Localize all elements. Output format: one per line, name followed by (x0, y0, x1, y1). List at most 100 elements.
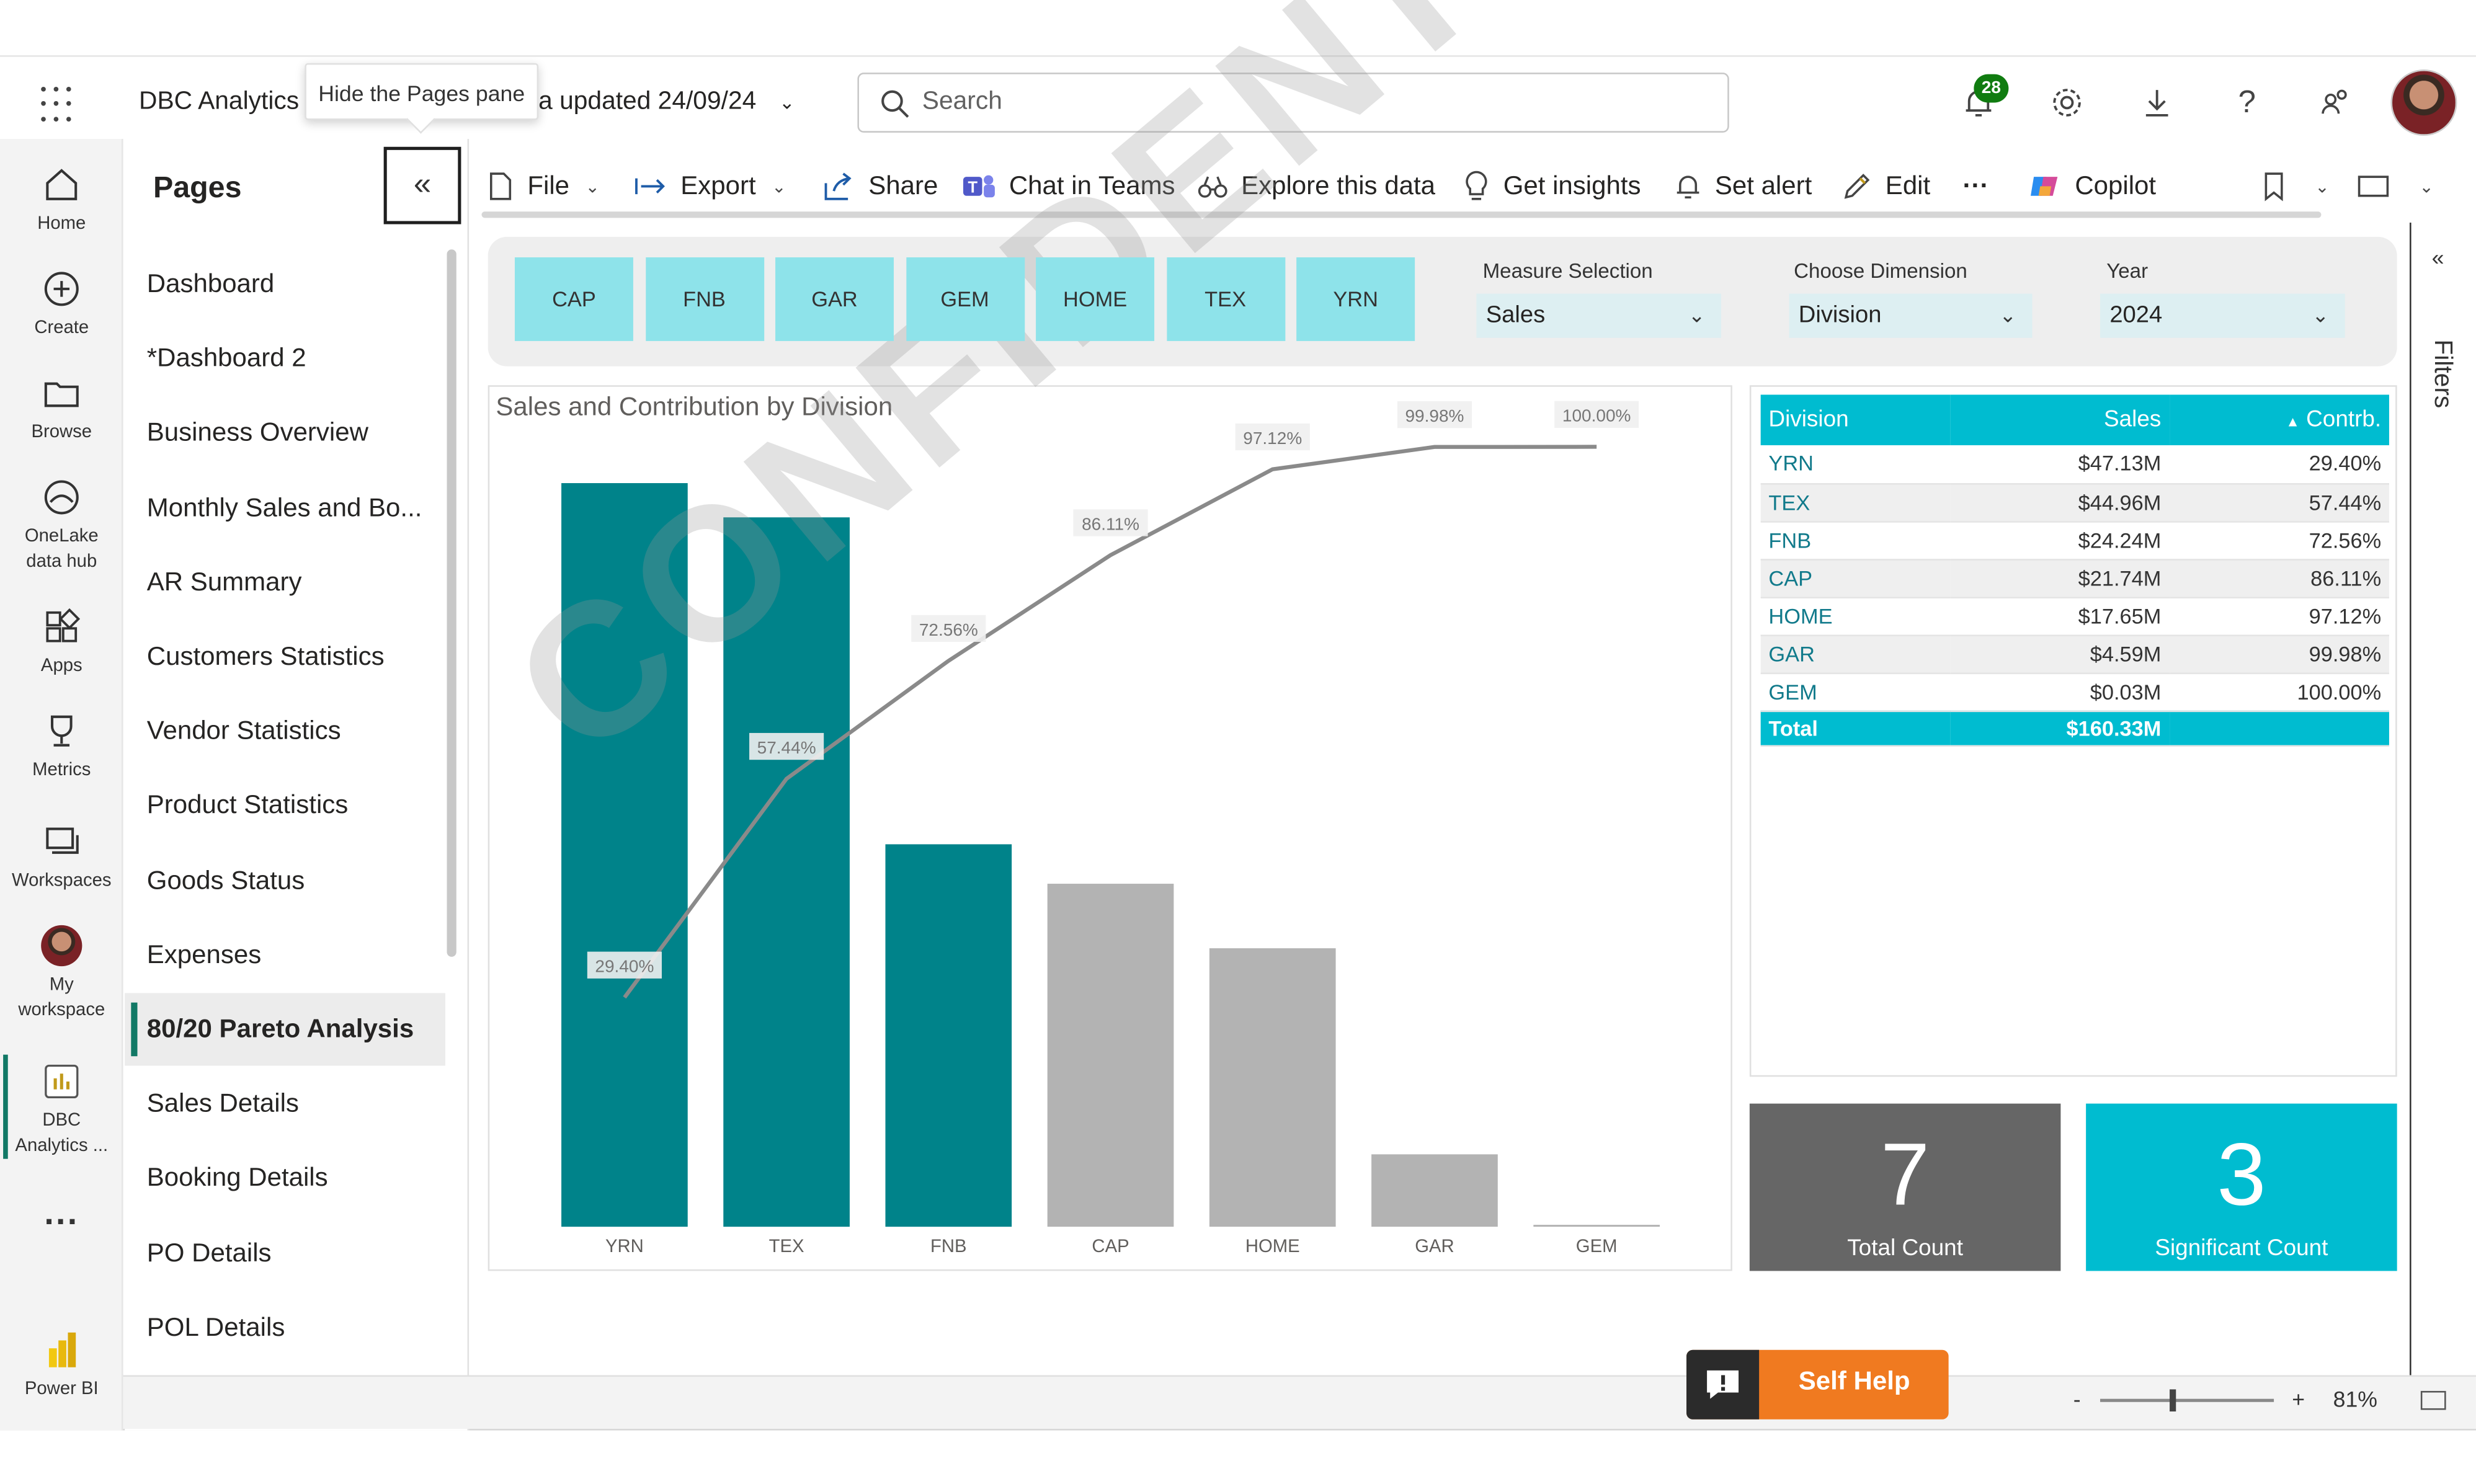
share-people-icon[interactable] (2315, 82, 2356, 123)
updated-label[interactable]: a updated 24/09/24 ⌄ (538, 89, 795, 117)
help-icon[interactable]: ? (2227, 82, 2268, 123)
bar-tex[interactable] (723, 517, 850, 1227)
self-help-button[interactable]: Self Help (1686, 1349, 1949, 1420)
fit-to-page-icon[interactable] (2421, 1391, 2447, 1411)
zoom-out-button[interactable]: - (2073, 1386, 2081, 1411)
nav-home[interactable]: Home (0, 164, 123, 237)
page-item[interactable]: Goods Status (125, 844, 445, 917)
bar-cap[interactable] (1047, 884, 1174, 1227)
slicer-tile-yrn[interactable]: YRN (1296, 257, 1415, 341)
download-icon[interactable] (2137, 82, 2178, 123)
table-row[interactable]: TEX $44.96M 57.44% (1760, 483, 2389, 522)
slicer-tile-tex[interactable]: TEX (1166, 257, 1285, 341)
nav-dbc-analytics[interactable]: DBC Analytics ... (0, 1061, 123, 1159)
explore-data-button[interactable]: Explore this data (1197, 164, 1435, 208)
table-row[interactable]: CAP $21.74M 86.11% (1760, 559, 2389, 598)
nav-more-icon[interactable]: ··· (0, 1204, 123, 1238)
pages-scrollbar[interactable] (447, 249, 456, 957)
set-alert-button[interactable]: Set alert (1674, 164, 1812, 208)
zoom-in-button[interactable]: + (2292, 1386, 2305, 1411)
significant-count-card[interactable]: 3 Significant Count (2086, 1103, 2397, 1271)
bar-gar[interactable] (1371, 1154, 1498, 1227)
nav-powerbi[interactable]: Power BI (0, 1330, 123, 1402)
expand-filters-icon[interactable]: « (2432, 245, 2444, 270)
bookmark-button[interactable]: ⌄ (2261, 164, 2330, 208)
nav-apps[interactable]: Apps (0, 606, 123, 679)
page-item[interactable]: AR Summary (125, 546, 445, 618)
page-item[interactable]: Expenses (125, 918, 445, 991)
sort-ascending-icon: ▲ (2286, 414, 2300, 430)
zoom-control[interactable]: - + 81% (2073, 1386, 2447, 1412)
nav-metrics[interactable]: Metrics (0, 711, 123, 783)
table-row[interactable]: FNB $24.24M 72.56% (1760, 521, 2389, 560)
page-item[interactable]: PO Details (125, 1217, 445, 1289)
col-division[interactable]: Division (1760, 394, 1951, 445)
page-item[interactable]: Customers Statistics (125, 621, 445, 693)
measure-value: Sales (1485, 301, 1546, 329)
page-item[interactable]: Business Overview (125, 397, 445, 469)
more-options-icon[interactable]: ··· (1963, 164, 1989, 208)
page-item[interactable]: Monthly Sales and Bo... (125, 471, 445, 544)
collapse-pages-button[interactable]: « (383, 146, 461, 224)
page-item[interactable]: POL Details (125, 1291, 445, 1364)
nav-browse[interactable]: Browse (0, 373, 123, 445)
page-item[interactable]: Product Statistics (125, 770, 445, 842)
nav-onelake[interactable]: OneLake data hub (0, 477, 123, 575)
slicer-tile-gem[interactable]: GEM (906, 257, 1025, 341)
user-avatar[interactable] (2390, 69, 2457, 136)
page-item[interactable]: *Dashboard 2 (125, 322, 445, 395)
copilot-button[interactable]: Copilot (2028, 164, 2156, 208)
gear-icon[interactable] (2046, 82, 2087, 123)
search-input[interactable]: Search (857, 73, 1729, 133)
col-contrb[interactable]: ▲ Contrb. (2169, 394, 2389, 445)
data-label: 29.40% (595, 957, 654, 976)
bar-home[interactable] (1209, 948, 1336, 1227)
page-item[interactable]: Dashboard (125, 248, 445, 321)
get-insights-button[interactable]: Get insights (1463, 164, 1641, 208)
view-button[interactable]: ⌄ (2356, 164, 2434, 208)
table-row[interactable]: YRN $47.13M 29.40% (1760, 445, 2389, 484)
nav-onelake-label: OneLake data hub (24, 527, 99, 572)
slicer-tile-cap[interactable]: CAP (514, 257, 633, 341)
nav-my-workspace[interactable]: My workspace (0, 925, 123, 1023)
nav-workspaces[interactable]: Workspaces (0, 821, 123, 894)
file-menu[interactable]: File ⌄ (486, 164, 600, 208)
table-row[interactable]: GAR $4.59M 99.98% (1760, 634, 2389, 673)
dimension-dropdown[interactable]: Division ⌄ (1789, 293, 2033, 338)
table-row[interactable]: HOME $17.65M 97.12% (1760, 597, 2389, 636)
share-button[interactable]: Share (821, 164, 938, 208)
edit-button[interactable]: Edit (1841, 164, 1930, 208)
bar-fnb[interactable] (885, 844, 1012, 1227)
measure-dropdown[interactable]: Sales ⌄ (1476, 293, 1722, 338)
page-item[interactable]: Vendor Statistics (125, 695, 445, 768)
filters-label[interactable]: Filters (2427, 339, 2456, 408)
chevron-down-icon: ⌄ (2315, 177, 2330, 197)
nav-create[interactable]: Create (0, 269, 123, 341)
page-item[interactable]: Sales Details (125, 1068, 445, 1140)
cell-division: GEM (1760, 672, 1951, 711)
total-count-card[interactable]: 7 Total Count (1749, 1103, 2061, 1271)
pareto-chart-svg[interactable]: YRN TEX FNB CAP HOME GAR GEM 29.40% 57.44% 72.56%… (488, 385, 1732, 1271)
cell-sales: $47.13M (1950, 445, 2170, 484)
zoom-slider[interactable] (2099, 1390, 2273, 1412)
export-menu[interactable]: Export ⌄ (633, 164, 786, 208)
table-row[interactable]: GEM $0.03M 100.00% (1760, 672, 2389, 711)
app-launcher-icon[interactable] (41, 87, 79, 125)
toolbar-scrollbar[interactable] (481, 211, 2322, 218)
bar-yrn[interactable] (561, 483, 688, 1227)
chat-in-teams-button[interactable]: T Chat in Teams (961, 164, 1175, 208)
chevron-down-icon: ⌄ (2312, 303, 2330, 327)
zoom-slider-thumb[interactable] (2168, 1390, 2176, 1412)
workspaces-icon (46, 827, 79, 854)
page-item[interactable]: Booking Details (125, 1142, 445, 1215)
col-sales[interactable]: Sales (1950, 394, 2170, 445)
x-tick-label: GAR (1415, 1237, 1454, 1256)
bar-gem[interactable] (1533, 1225, 1660, 1227)
app-title[interactable]: DBC Analytics (139, 89, 299, 117)
page-item[interactable]: 80/20 Pareto Analysis (125, 993, 445, 1066)
slicer-tile-fnb[interactable]: FNB (645, 257, 764, 341)
division-table: Division Sales ▲ Contrb. YRN $47.13M 29.40%… (1760, 394, 2389, 746)
year-dropdown[interactable]: 2024 ⌄ (2100, 293, 2345, 338)
slicer-tile-gar[interactable]: GAR (775, 257, 894, 341)
slicer-tile-home[interactable]: HOME (1036, 257, 1155, 341)
